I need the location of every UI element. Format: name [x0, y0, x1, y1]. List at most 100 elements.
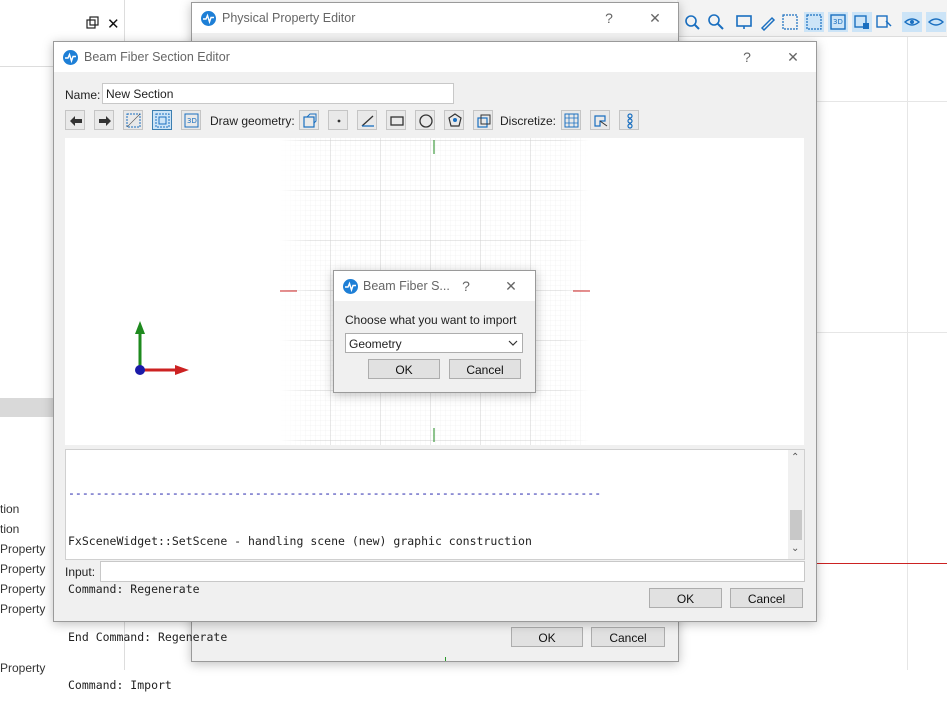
- dialog-title: Beam Fiber S...: [363, 279, 450, 293]
- tree-item[interactable]: Property: [0, 562, 45, 576]
- box-import-icon: [303, 113, 317, 128]
- console-line: Command: Regenerate: [68, 582, 200, 596]
- grid-toggle-button[interactable]: [123, 110, 143, 130]
- tree-item[interactable]: tion: [0, 502, 19, 516]
- draw-rectangle-button[interactable]: [386, 110, 406, 130]
- physical-titlebar: Physical Property Editor ? ✕: [192, 3, 678, 33]
- polygon-icon: [448, 113, 462, 127]
- tree-item[interactable]: Property: [0, 661, 45, 675]
- shape-icon: [477, 114, 491, 128]
- restore-icon[interactable]: [86, 16, 100, 30]
- grid-snap-icon[interactable]: [804, 12, 824, 32]
- scroll-down-icon[interactable]: ⌄: [791, 543, 799, 554]
- cancel-button[interactable]: Cancel: [730, 588, 803, 608]
- help-button[interactable]: ?: [456, 277, 476, 295]
- rectangle-icon: [390, 116, 404, 126]
- import-prompt: Choose what you want to import: [345, 313, 517, 327]
- tree-item[interactable]: Property: [0, 542, 45, 556]
- view-3d-button[interactable]: 3D: [181, 110, 201, 130]
- chevron-down-icon: [508, 340, 518, 346]
- draw-line-button[interactable]: [357, 110, 377, 130]
- name-label: Name:: [65, 88, 101, 102]
- name-input-value: New Section: [106, 87, 174, 101]
- zoom-extents-icon[interactable]: [682, 12, 702, 32]
- discretize-fiber-button[interactable]: [619, 110, 639, 130]
- import-type-select[interactable]: Geometry: [345, 333, 523, 353]
- close-button[interactable]: ✕: [645, 9, 665, 27]
- mesh-grid-icon: [564, 113, 579, 128]
- fiber-chain-icon: [627, 113, 633, 129]
- ok-button[interactable]: OK: [368, 359, 440, 379]
- scroll-up-icon[interactable]: ⌃: [791, 452, 799, 463]
- grid-snap-icon: [155, 113, 170, 128]
- x-axis-line: [815, 563, 947, 564]
- help-button[interactable]: ?: [599, 9, 619, 27]
- discretize-label: Discretize:: [500, 114, 557, 128]
- circle-icon: [419, 114, 433, 128]
- window-title: Beam Fiber Section Editor: [84, 50, 230, 64]
- console-scrollbar[interactable]: ⌃ ⌄: [788, 450, 804, 559]
- grid-snap-button[interactable]: [152, 110, 172, 130]
- selected-row[interactable]: [0, 398, 54, 417]
- tree-item[interactable]: tion: [0, 522, 19, 536]
- draw-import-button[interactable]: [299, 110, 319, 130]
- grid-icon: [126, 113, 141, 128]
- command-input[interactable]: [100, 561, 805, 582]
- console-line: End Command: Regenerate: [68, 630, 228, 644]
- close-icon[interactable]: ✕: [107, 15, 120, 33]
- redo-button[interactable]: [94, 110, 114, 130]
- display-icon[interactable]: [734, 12, 754, 32]
- line-icon: [361, 115, 374, 127]
- import-dialog: Beam Fiber S... ? ✕ Choose what you want…: [333, 270, 536, 393]
- cancel-button[interactable]: Cancel: [449, 359, 521, 379]
- app-logo-icon: [201, 11, 216, 26]
- discretize-grid-button[interactable]: [561, 110, 581, 130]
- select-value: Geometry: [349, 337, 402, 351]
- draw-point-button[interactable]: [328, 110, 348, 130]
- ok-button[interactable]: OK: [649, 588, 722, 608]
- console-line: Command: Import: [68, 678, 172, 692]
- point-icon: [337, 119, 341, 123]
- eye-settings-icon[interactable]: [926, 12, 946, 32]
- mesh-patch-icon: [594, 115, 608, 127]
- discretize-patch-button[interactable]: [590, 110, 610, 130]
- window-title: Physical Property Editor: [222, 11, 356, 25]
- app-logo-icon: [63, 50, 78, 65]
- pick-icon[interactable]: [758, 12, 778, 32]
- help-button[interactable]: ?: [737, 48, 757, 66]
- console-output[interactable]: ----------------------------------------…: [65, 449, 805, 692]
- grid-line: [907, 36, 908, 670]
- beam-titlebar: Beam Fiber Section Editor ? ✕: [54, 42, 816, 72]
- zoom-icon[interactable]: [706, 12, 726, 32]
- close-button[interactable]: ✕: [501, 277, 521, 295]
- view-3d-icon[interactable]: 3D: [828, 12, 848, 32]
- scroll-thumb[interactable]: [790, 510, 802, 540]
- tree-item[interactable]: Property: [0, 582, 45, 596]
- grid-icon[interactable]: [780, 12, 800, 32]
- name-input[interactable]: New Section: [102, 83, 454, 104]
- svg-text:3D: 3D: [833, 18, 843, 26]
- svg-text:3D: 3D: [187, 117, 197, 125]
- cancel-button[interactable]: Cancel: [591, 627, 665, 647]
- tree-item[interactable]: Property: [0, 602, 45, 616]
- import-titlebar: Beam Fiber S... ? ✕: [334, 271, 535, 301]
- console-text: ----------------------------------------…: [68, 453, 601, 725]
- draw-shape-button[interactable]: [473, 110, 493, 130]
- axis-triad: [135, 321, 189, 375]
- console-line: ----------------------------------------…: [68, 486, 602, 500]
- draw-geometry-label: Draw geometry:: [210, 114, 295, 128]
- select-box-icon[interactable]: [852, 12, 872, 32]
- app-logo-icon: [343, 279, 358, 294]
- arrow-right-icon: [99, 116, 111, 126]
- close-button[interactable]: ✕: [783, 48, 803, 66]
- arrow-left-icon: [70, 116, 82, 126]
- undo-button[interactable]: [65, 110, 85, 130]
- editor-toolbar: 3D Draw geometry: Discretize:: [65, 110, 805, 132]
- console-line: FxSceneWidget::SetScene - handling scene…: [68, 534, 532, 548]
- view-3d-icon: 3D: [184, 113, 199, 128]
- select-add-icon[interactable]: [874, 12, 894, 32]
- draw-circle-button[interactable]: [415, 110, 435, 130]
- background-toolbar: 3D: [677, 0, 947, 37]
- draw-polygon-button[interactable]: [444, 110, 464, 130]
- eye-icon[interactable]: [902, 12, 922, 32]
